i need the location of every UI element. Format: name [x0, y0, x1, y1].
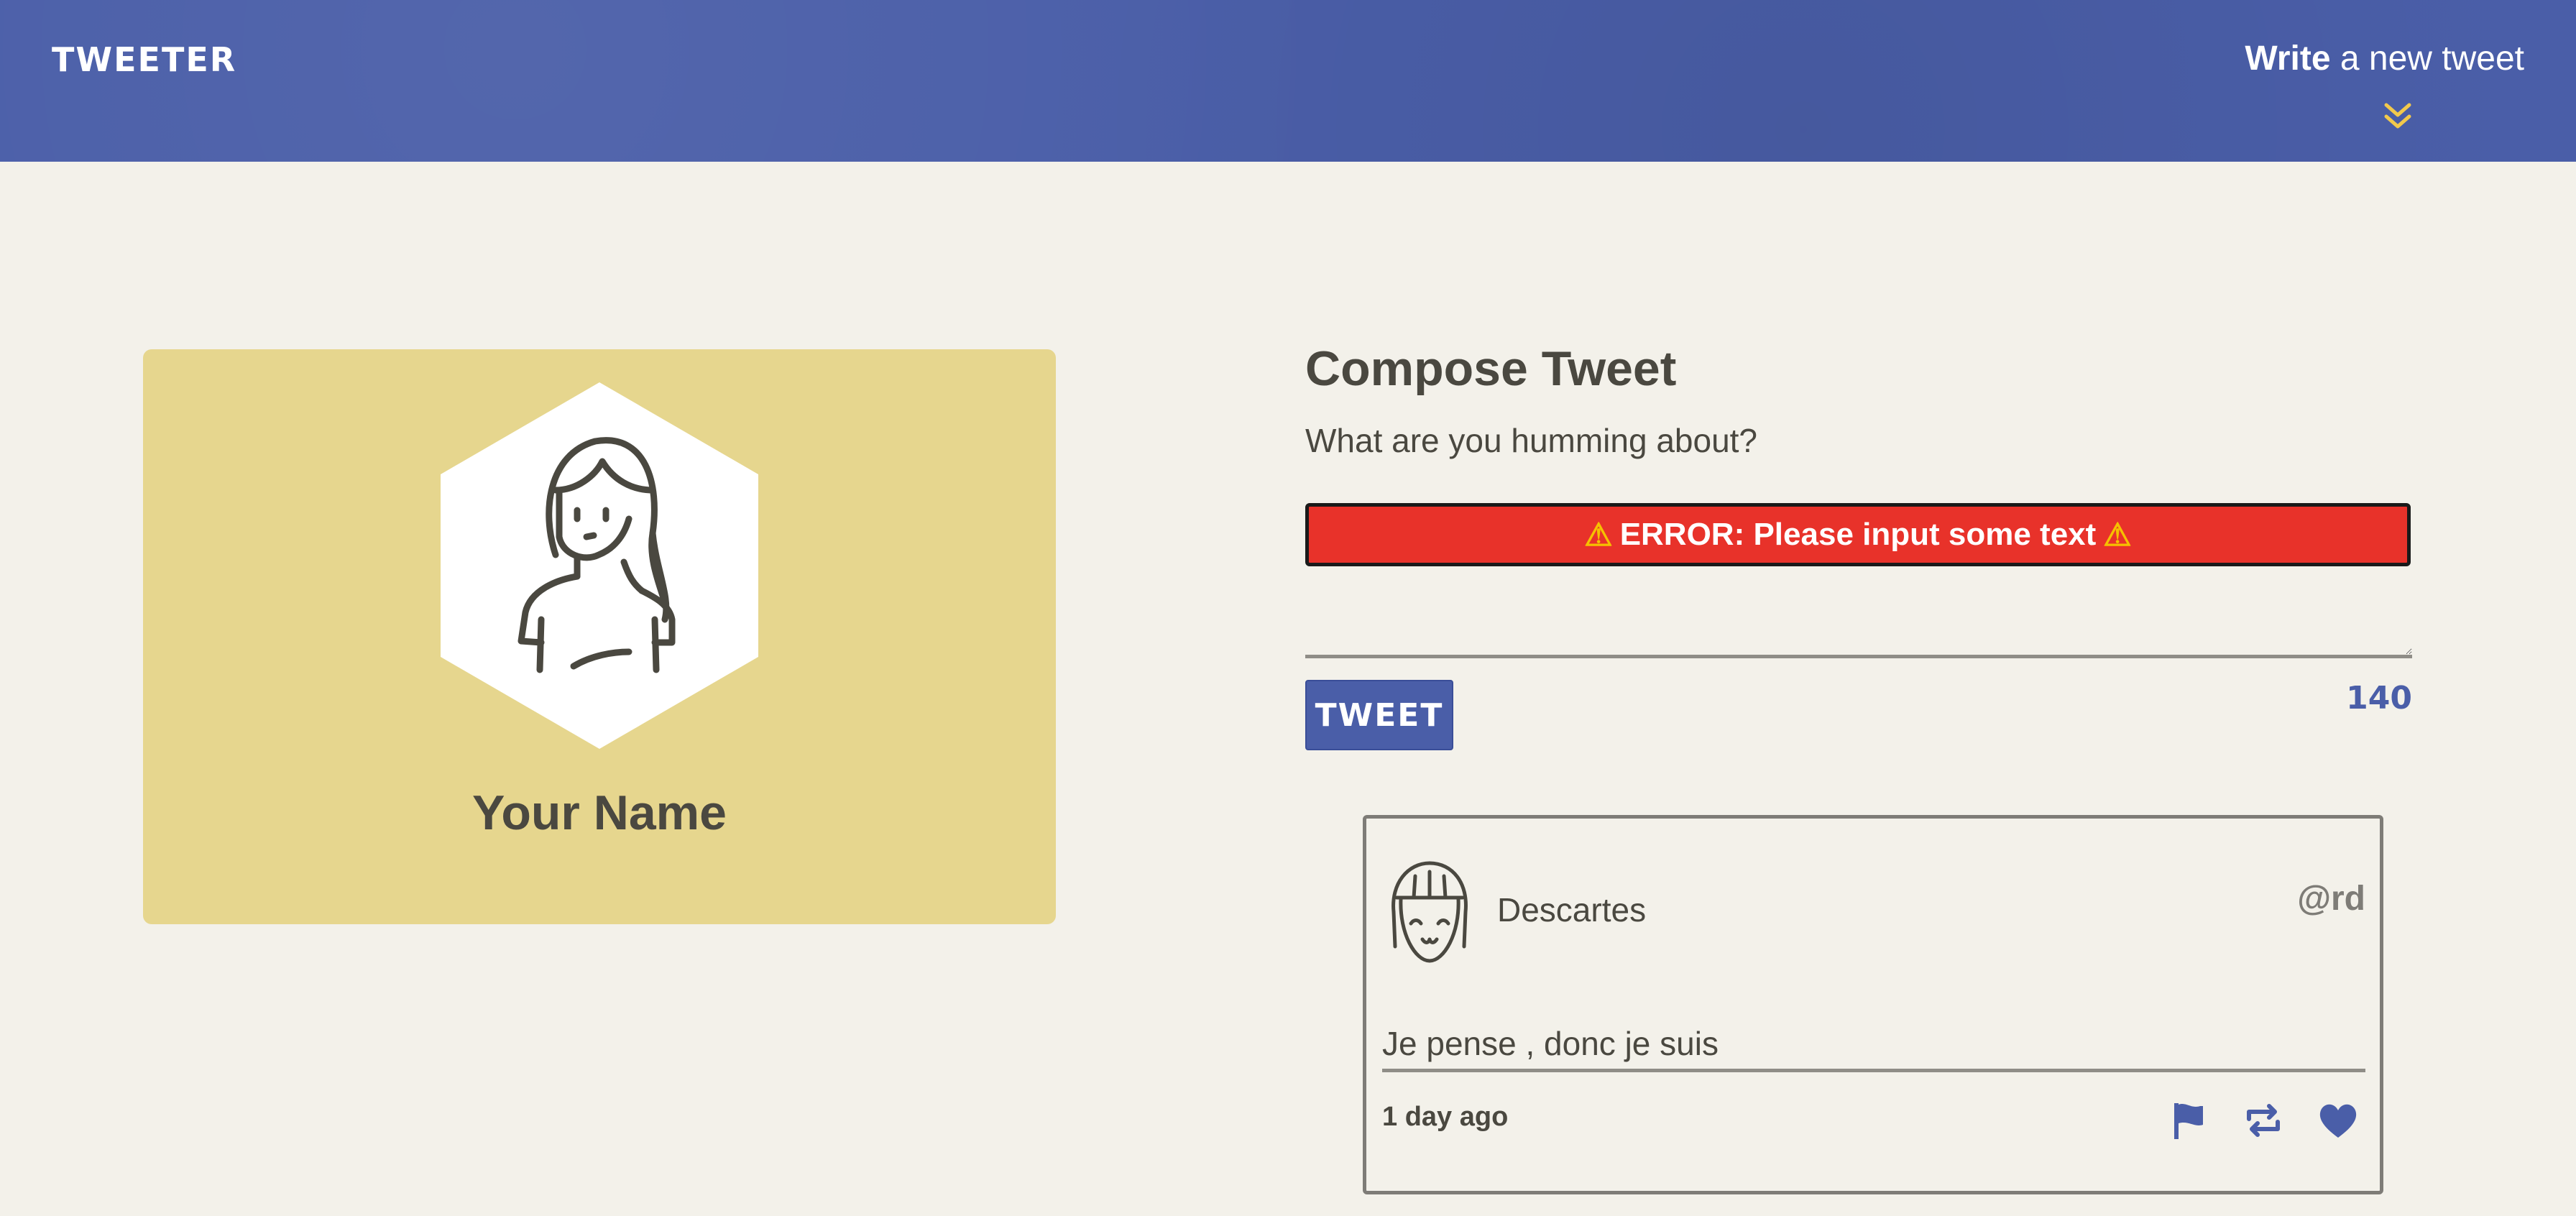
write-label-rest: a new tweet: [2330, 40, 2524, 78]
tweet-author: Descartes: [1497, 891, 1647, 929]
error-message: ⚠ ERROR: Please input some text ⚠: [1305, 503, 2411, 566]
error-text: ERROR: Please input some text: [1619, 517, 2097, 552]
retweet-icon[interactable]: [2242, 1099, 2285, 1142]
tweet-textarea[interactable]: [1305, 584, 2412, 658]
tweet-actions: [2167, 1099, 2360, 1142]
write-new-tweet-link[interactable]: Write a new tweet: [2245, 39, 2524, 78]
char-counter: 140: [2346, 680, 2412, 717]
brand-logo[interactable]: TWEETER: [52, 40, 236, 79]
compose-subtitle: What are you humming about?: [1305, 422, 1758, 459]
heart-icon[interactable]: [2317, 1099, 2360, 1142]
tweet-card: Descartes @rd Je pense , donc je suis 1 …: [1363, 815, 2383, 1194]
tweet-timestamp: 1 day ago: [1382, 1102, 1509, 1132]
user-avatar-icon: [441, 382, 758, 749]
double-chevron-down-icon[interactable]: [2383, 101, 2412, 132]
warning-icon: ⚠: [2103, 517, 2132, 553]
compose-title: Compose Tweet: [1305, 341, 1677, 396]
author-avatar-icon: [1392, 861, 1468, 963]
tweet-text: Je pense , donc je suis: [1382, 1024, 2365, 1072]
tweet-handle: @rd: [2297, 880, 2365, 918]
navbar: TWEETER Write a new tweet: [0, 0, 2576, 162]
profile-name: Your Name: [472, 786, 727, 840]
flag-icon[interactable]: [2167, 1099, 2210, 1142]
warning-icon: ⚠: [1584, 517, 1613, 553]
write-label-bold: Write: [2245, 40, 2331, 78]
profile-card: Your Name: [143, 349, 1056, 924]
tweet-button[interactable]: TWEET: [1305, 680, 1453, 750]
